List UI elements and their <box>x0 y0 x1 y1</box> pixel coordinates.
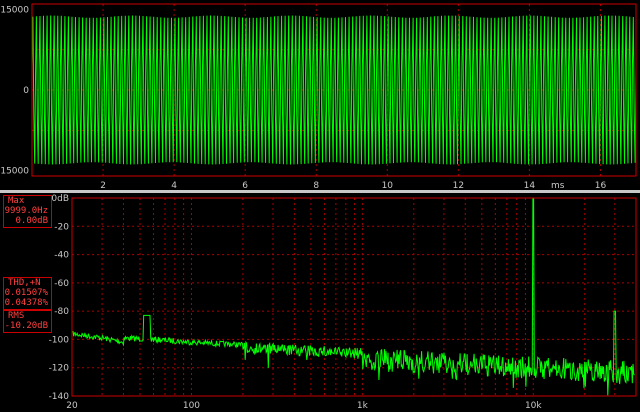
x-tick-label: 20 <box>66 401 78 411</box>
y-tick-label: -15000 <box>0 167 29 177</box>
oscilloscope-trace <box>31 15 637 165</box>
oscilloscope-panel: 15000 0 -15000 2 4 6 8 10 12 14 16 ms <box>0 0 640 192</box>
x-tick-label: 100 <box>183 401 200 411</box>
spectrum-grid <box>72 198 636 396</box>
y-tick-label: -120 <box>49 364 70 374</box>
spectrum-chart: 0dB-20-40-60-80-100-120-140 20 100 1k 10k <box>49 194 637 411</box>
spectrum-frame <box>71 197 637 397</box>
y-tick-label: 15000 <box>0 5 29 15</box>
y-tick-label: 0dB <box>51 194 69 204</box>
thd-value: 0.01507% <box>4 288 48 298</box>
thd-readout[interactable]: THD,+N 0.01507% 0.04378% <box>3 277 52 310</box>
y-tick-label: 0 <box>23 86 29 96</box>
max-frequency: 9999.0Hz <box>4 206 48 216</box>
max-title: Max <box>8 196 25 206</box>
spectrum-panel: 0dB -20 -40 -60 -80 -100 -120 -140 20 100 1k 10k M… <box>0 193 640 412</box>
rms-title: RMS <box>8 311 25 321</box>
thd-n-value: 0.04378% <box>4 298 48 308</box>
y-tick-label: -60 <box>54 279 69 289</box>
oscilloscope-chart: 150000-15000 2 4 6 8 10 12 14 16 ms <box>0 3 637 191</box>
rms-value: -10.20dB <box>4 321 48 331</box>
rms-readout[interactable]: RMS -10.20dB <box>3 310 52 333</box>
y-tick-label: -100 <box>49 335 70 345</box>
x-tick-label: 10k <box>525 401 542 411</box>
thd-title: THD,+N <box>8 278 41 288</box>
y-tick-label: -20 <box>54 222 69 232</box>
max-readout[interactable]: Max 9999.0Hz 0.00dB <box>3 195 52 228</box>
max-level: 0.00dB <box>15 216 48 226</box>
spectrum-trace <box>72 197 635 396</box>
y-tick-label: -80 <box>54 307 69 317</box>
x-tick-label: 1k <box>357 401 369 411</box>
y-tick-label: -40 <box>54 251 69 261</box>
